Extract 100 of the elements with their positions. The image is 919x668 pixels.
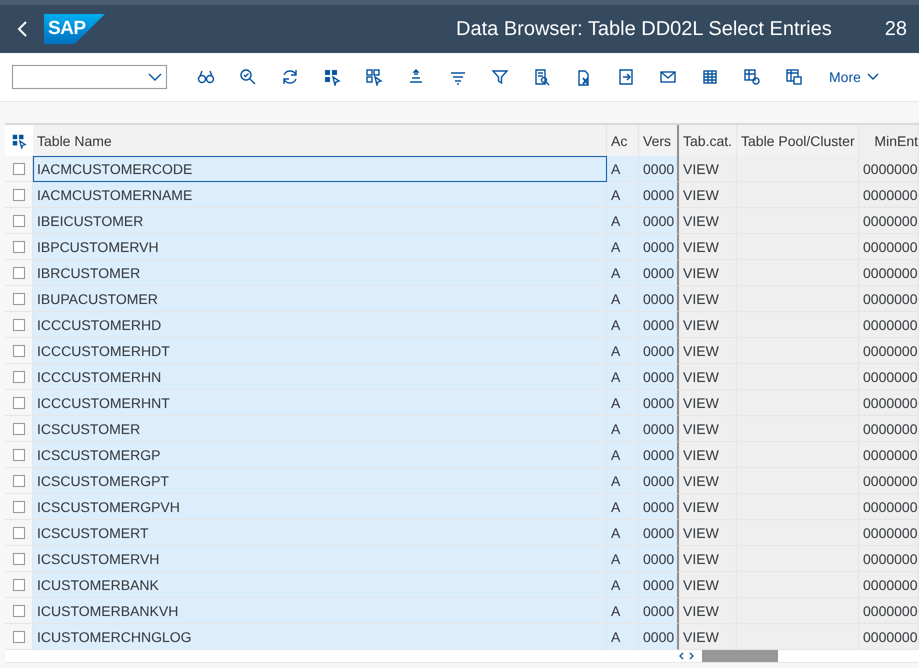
table-cell: 0000: [639, 338, 679, 364]
table-cell: ICSCUSTOMER: [33, 416, 607, 442]
row-checkbox[interactable]: [12, 474, 24, 486]
table-cell: 0000000: [859, 208, 919, 234]
select-all-icon[interactable]: [323, 68, 341, 86]
table-cell: A: [607, 390, 639, 416]
table-cell: A: [607, 156, 639, 182]
table-cell: 0000000: [859, 260, 919, 286]
row-checkbox[interactable]: [12, 526, 24, 538]
refresh-icon[interactable]: [281, 68, 299, 86]
row-checkbox[interactable]: [12, 370, 24, 382]
scrollbar-thumb[interactable]: [702, 650, 778, 662]
table-cell: ICCCUSTOMERHDT: [33, 338, 607, 364]
caret-icon: [866, 73, 879, 81]
zoom-icon[interactable]: [239, 68, 257, 86]
grid-icon[interactable]: [701, 68, 719, 86]
table-cell: 0000: [639, 624, 679, 650]
table-cell: 0000000: [859, 156, 919, 182]
table-cell: 0000000: [859, 520, 919, 546]
document-search-icon[interactable]: [533, 68, 551, 86]
table-cell: 0000000: [859, 182, 919, 208]
row-checkbox[interactable]: [12, 240, 24, 252]
table-cell: 0000: [639, 260, 679, 286]
table-cell: VIEW: [679, 546, 737, 572]
table-cell: A: [607, 572, 639, 598]
filter-icon[interactable]: [491, 68, 509, 86]
more-button[interactable]: More: [829, 69, 879, 85]
table-cell: A: [607, 234, 639, 260]
table-cell: 0000: [639, 286, 679, 312]
column-header[interactable]: Tab.cat.: [679, 125, 737, 156]
table-cell: VIEW: [679, 442, 737, 468]
column-header[interactable]: Ac: [607, 125, 639, 156]
table-cell: 0000000: [859, 364, 919, 390]
table-cell: A: [607, 494, 639, 520]
row-checkbox[interactable]: [12, 448, 24, 460]
table-cell: ICSCUSTOMERGP: [33, 442, 607, 468]
row-checkbox[interactable]: [12, 188, 24, 200]
table-cell: 0000000: [859, 598, 919, 624]
table-cell: A: [607, 260, 639, 286]
deselect-all-icon[interactable]: [365, 68, 383, 86]
row-checkbox[interactable]: [12, 318, 24, 330]
row-checkbox[interactable]: [12, 162, 24, 174]
table-cell: VIEW: [679, 468, 737, 494]
row-checkbox[interactable]: [12, 604, 24, 616]
table-cell: IACMCUSTOMERNAME: [33, 182, 607, 208]
row-checkbox[interactable]: [12, 578, 24, 590]
table-cell: IBUPACUSTOMER: [33, 286, 607, 312]
table-cell: VIEW: [679, 260, 737, 286]
table-cell: VIEW: [679, 156, 737, 182]
table-cell: ICSCUSTOMERT: [33, 520, 607, 546]
table-cell: VIEW: [679, 364, 737, 390]
table-cell: VIEW: [679, 286, 737, 312]
column-header[interactable]: Table Pool/Cluster: [737, 125, 859, 156]
table-cell: A: [607, 598, 639, 624]
window-title: Data Browser: Table DD02L Select Entries: [456, 18, 832, 40]
column-header[interactable]: Vers: [639, 125, 679, 156]
table-cell: IBRCUSTOMER: [33, 260, 607, 286]
export-icon[interactable]: [617, 68, 635, 86]
caret-icon: [148, 72, 162, 82]
glasses-icon[interactable]: [197, 68, 215, 86]
table-cell: A: [607, 286, 639, 312]
row-checkbox[interactable]: [12, 422, 24, 434]
table-cell: 0000000: [859, 468, 919, 494]
table-cell: 0000000: [859, 286, 919, 312]
table-cell: A: [607, 416, 639, 442]
row-checkbox[interactable]: [12, 500, 24, 512]
table-cell: A: [607, 520, 639, 546]
table-cell: VIEW: [679, 338, 737, 364]
table-cell: 0000000: [859, 390, 919, 416]
table-cell: 0000000: [859, 572, 919, 598]
table-cell: VIEW: [679, 390, 737, 416]
table-view-icon[interactable]: [785, 68, 803, 86]
row-checkbox[interactable]: [12, 344, 24, 356]
row-checkbox[interactable]: [12, 630, 24, 642]
table-cell: ICUSTOMERBANK: [33, 572, 607, 598]
table-cell: 0000000: [859, 338, 919, 364]
scroll-arrows-icon[interactable]: [678, 650, 695, 662]
column-header[interactable]: MinEnt: [859, 125, 919, 156]
row-checkbox[interactable]: [12, 396, 24, 408]
column-header[interactable]: Table Name: [33, 125, 607, 156]
row-checkbox[interactable]: [12, 552, 24, 564]
table-cell: 0000: [639, 494, 679, 520]
table-cell: 0000000: [859, 312, 919, 338]
table-cell: 0000000: [859, 494, 919, 520]
table-cell: 0000000: [859, 442, 919, 468]
table-cell: ICCCUSTOMERHN: [33, 364, 607, 390]
table-cell: 0000: [639, 442, 679, 468]
select-all-icon[interactable]: [11, 132, 27, 148]
table-cell: 0000: [639, 312, 679, 338]
table-cell: VIEW: [679, 182, 737, 208]
table-cell: 0000: [639, 208, 679, 234]
table-cell: 0000: [639, 520, 679, 546]
table-cell: 0000: [639, 156, 679, 182]
row-checkbox[interactable]: [12, 292, 24, 304]
grid-settings-icon[interactable]: [743, 68, 761, 86]
dropdown-field[interactable]: [12, 65, 167, 89]
table-cell: A: [607, 208, 639, 234]
row-checkbox[interactable]: [12, 266, 24, 278]
table-cell: VIEW: [679, 520, 737, 546]
row-checkbox[interactable]: [12, 214, 24, 226]
